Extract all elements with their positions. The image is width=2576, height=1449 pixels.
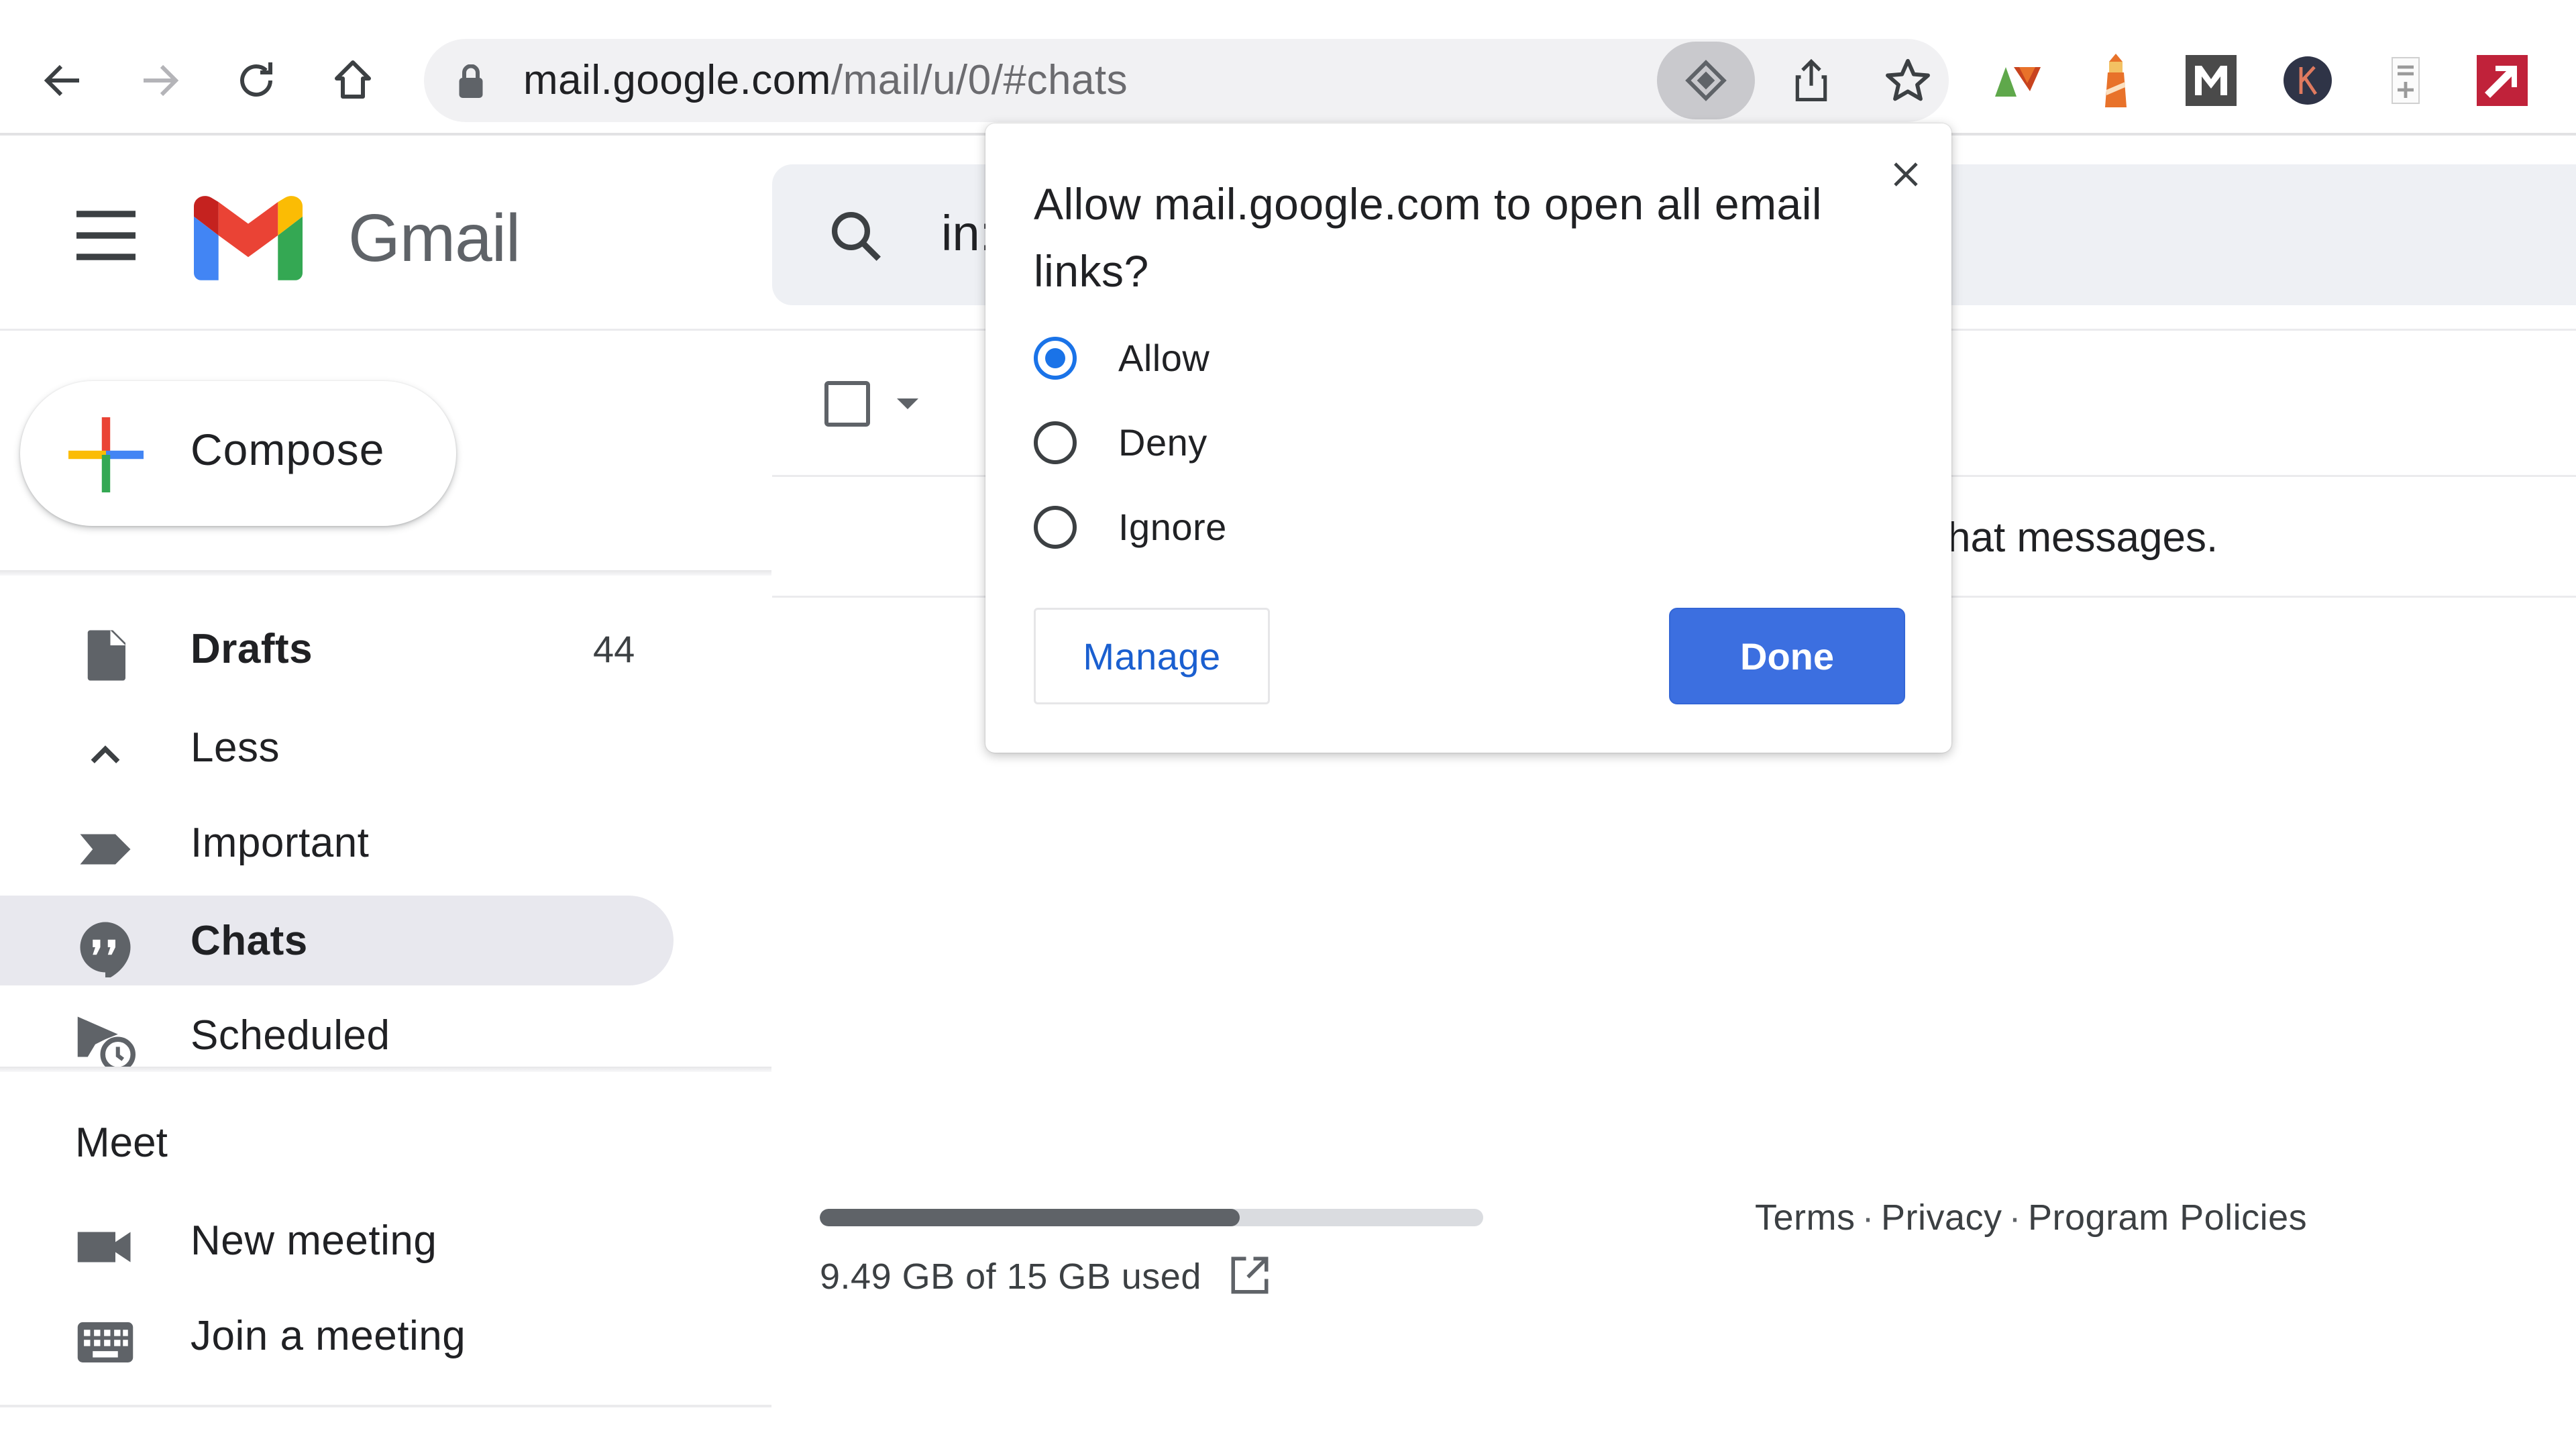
compose-button[interactable]: Compose: [20, 381, 456, 526]
sidebar-scroll-shadow: [0, 570, 771, 576]
extension-document-plus-icon: [2392, 57, 2420, 104]
sidebar-item-join-meeting[interactable]: Join a meeting: [0, 1291, 674, 1381]
footer-separator: ·: [1862, 1197, 1874, 1238]
sidebar-item-label: Chats: [191, 918, 308, 964]
home-icon: [335, 60, 371, 99]
sidebar-item-less[interactable]: Less: [0, 702, 674, 792]
open-in-new-icon[interactable]: [1228, 1253, 1272, 1297]
footer-links: Terms · Privacy · Program Policies: [1755, 1197, 2307, 1238]
radio-option-ignore[interactable]: Ignore: [1034, 494, 1436, 561]
bookmark-star-icon: [1886, 58, 1930, 101]
radio-button[interactable]: [1034, 506, 1077, 549]
dialog-close-button[interactable]: [1882, 150, 1930, 199]
share-icon: [1795, 58, 1827, 101]
drafts-count: 44: [593, 628, 635, 670]
gmail-logo-icon[interactable]: [194, 193, 303, 280]
arrow-left-icon: [44, 64, 79, 97]
sidebar-item-label: Join a meeting: [191, 1313, 466, 1359]
radio-label: Ignore: [1118, 506, 1227, 548]
bookmark-button[interactable]: [1876, 48, 1940, 113]
program-policies-link[interactable]: Program Policies: [2028, 1197, 2307, 1238]
dialog-title: Allow mail.google.com to open all email …: [1034, 179, 1823, 296]
privacy-link[interactable]: Privacy: [1881, 1197, 2002, 1238]
storage-usage-text: 9.49 GB of 15 GB used: [820, 1256, 1201, 1297]
share-button[interactable]: [1779, 48, 1843, 113]
scheduled-send-icon: [77, 1016, 136, 1072]
video-camera-icon: [77, 1232, 131, 1263]
radio-button[interactable]: [1034, 337, 1077, 380]
radio-option-deny[interactable]: Deny: [1034, 409, 1436, 476]
keyboard-icon: [77, 1322, 133, 1362]
draft-icon: [87, 630, 125, 681]
sidebar-item-chats[interactable]: Chats: [0, 896, 674, 985]
extension-triangles-icon: [1995, 67, 2041, 97]
extension-m-icon: [2186, 55, 2237, 106]
select-options-caret-icon[interactable]: [897, 398, 918, 409]
arrow-right-icon: [144, 64, 179, 97]
meet-section-heading: Meet: [75, 1120, 168, 1166]
extension-k[interactable]: [2279, 52, 2336, 109]
sidebar-item-label: Less: [191, 724, 280, 771]
storage-usage-fill: [820, 1209, 1240, 1226]
storage-usage-bar: [820, 1209, 1483, 1226]
search-icon[interactable]: [826, 206, 886, 266]
sidebar-item-drafts[interactable]: Drafts 44: [0, 604, 674, 694]
sidebar-item-important[interactable]: Important: [0, 798, 674, 888]
extension-arrow-icon: [2477, 55, 2528, 106]
extension-document-plus[interactable]: [2377, 52, 2434, 109]
reload-button[interactable]: [224, 48, 288, 113]
sidebar-item-new-meeting[interactable]: New meeting: [0, 1195, 674, 1285]
radio-label: Deny: [1118, 421, 1208, 464]
protocol-handler-icon: [1685, 60, 1727, 101]
footer-separator: ·: [2008, 1197, 2021, 1238]
select-all-checkbox[interactable]: [824, 381, 870, 427]
lock-icon[interactable]: [458, 64, 484, 98]
compose-plus-icon: [68, 417, 144, 492]
extension-m[interactable]: [2183, 52, 2239, 109]
browser-toolbar: mail.google.com/mail/u/0/#chats: [0, 0, 2576, 136]
radio-button[interactable]: [1034, 421, 1077, 464]
radio-option-allow[interactable]: Allow: [1034, 325, 1436, 392]
empty-state-message: hat messages.: [1947, 515, 2218, 561]
sidebar-item-label: Important: [191, 820, 370, 866]
main-menu-icon[interactable]: [71, 205, 141, 266]
extension-lighthouse[interactable]: [2088, 52, 2144, 109]
url-host: mail.google.com: [523, 57, 831, 103]
sidebar-divider: [0, 1405, 771, 1407]
extension-lighthouse-icon: [2105, 54, 2127, 107]
terms-link[interactable]: Terms: [1755, 1197, 1856, 1238]
compose-label: Compose: [191, 425, 385, 474]
url-path: /mail/u/0/#chats: [830, 57, 1128, 103]
extension-k-icon: [2284, 56, 2332, 105]
protocol-handler-button[interactable]: [1657, 42, 1755, 119]
url-text[interactable]: mail.google.com/mail/u/0/#chats: [523, 54, 1128, 107]
chevron-up-icon: [91, 745, 120, 763]
reload-icon: [240, 62, 272, 97]
important-marker-icon: [80, 834, 131, 865]
forward-button[interactable]: [127, 48, 192, 113]
extension-triangles[interactable]: [1990, 52, 2046, 109]
extension-arrow[interactable]: [2474, 52, 2530, 109]
sidebar-item-label: New meeting: [191, 1218, 437, 1264]
protocol-handler-dialog: Allow mail.google.com to open all email …: [985, 123, 1951, 753]
done-button[interactable]: Done: [1669, 608, 1905, 704]
back-button[interactable]: [31, 48, 95, 113]
address-bar[interactable]: mail.google.com/mail/u/0/#chats: [424, 39, 1949, 122]
chat-bubble-icon: [80, 922, 131, 977]
radio-label: Allow: [1118, 337, 1210, 379]
gmail-wordmark: Gmail: [348, 201, 521, 276]
sidebar-item-label: Drafts: [191, 626, 313, 672]
home-button[interactable]: [321, 48, 385, 113]
sidebar-divider: [0, 1067, 771, 1072]
manage-button[interactable]: Manage: [1034, 608, 1270, 704]
close-icon: [1894, 162, 1918, 186]
sidebar-item-label: Scheduled: [191, 1012, 390, 1059]
